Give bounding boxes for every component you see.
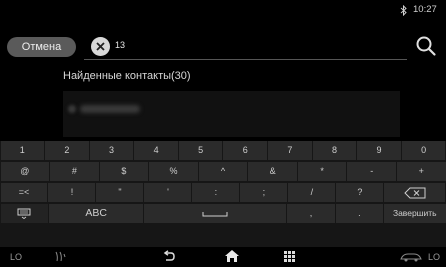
keyboard-icon	[17, 208, 31, 220]
search-input[interactable]: 13	[115, 40, 125, 50]
key-6[interactable]: 6	[223, 141, 268, 160]
key-double-quote[interactable]: "	[96, 183, 144, 202]
key-9[interactable]: 9	[357, 141, 401, 160]
key-hash[interactable]: #	[50, 162, 99, 181]
keyboard-settings-key[interactable]	[0, 204, 48, 223]
key-7[interactable]: 7	[268, 141, 312, 160]
home-icon[interactable]	[224, 249, 240, 263]
key-0[interactable]: 0	[401, 141, 446, 160]
seat-heat-icon[interactable]	[53, 250, 67, 263]
key-caret[interactable]: ^	[198, 162, 248, 181]
key-symbols-page[interactable]: =<	[0, 183, 48, 202]
space-key[interactable]	[144, 204, 287, 223]
key-exclamation[interactable]: !	[48, 183, 96, 202]
key-minus[interactable]: -	[347, 162, 396, 181]
key-plus[interactable]: +	[397, 162, 446, 181]
keyboard-row-numbers: 1 2 3 4 5 6 7 8 9 0	[0, 141, 446, 160]
right-temp-label: LO	[428, 252, 441, 262]
results-header: Найденные контакты(30)	[63, 70, 191, 82]
clock: 10:27	[413, 4, 437, 15]
keyboard-row-symbols-2: =< ! " ' : ; / ?	[0, 183, 446, 202]
key-2[interactable]: 2	[45, 141, 89, 160]
car-climate-icon[interactable]	[400, 252, 422, 262]
clear-icon[interactable]	[91, 37, 110, 56]
done-button[interactable]: Завершить	[384, 204, 446, 223]
key-dollar[interactable]: $	[99, 162, 149, 181]
key-ampersand[interactable]: &	[248, 162, 297, 181]
key-1[interactable]: 1	[0, 141, 45, 160]
keyboard-row-symbols-1: @ # $ % ^ & * - +	[0, 162, 446, 181]
status-bar	[0, 0, 446, 22]
key-question[interactable]: ?	[336, 183, 384, 202]
cancel-button[interactable]: Отмена	[7, 37, 76, 57]
key-percent[interactable]: %	[149, 162, 198, 181]
key-5[interactable]: 5	[178, 141, 223, 160]
abc-key[interactable]: ABC	[48, 204, 144, 223]
search-icon[interactable]	[414, 34, 438, 58]
contact-name-blurred	[80, 105, 140, 113]
keyboard-row-bottom: ABC , . Завершить	[0, 204, 446, 223]
search-underline	[84, 59, 407, 60]
space-icon	[202, 211, 228, 217]
contact-avatar	[68, 105, 76, 113]
contact-result-item[interactable]	[63, 91, 400, 137]
dot-key[interactable]: .	[335, 204, 383, 223]
key-4[interactable]: 4	[134, 141, 178, 160]
bluetooth-icon	[400, 5, 407, 16]
backspace-key[interactable]	[384, 183, 446, 202]
back-icon[interactable]	[162, 250, 176, 263]
key-single-quote[interactable]: '	[144, 183, 192, 202]
backspace-icon	[404, 187, 426, 199]
key-at[interactable]: @	[0, 162, 50, 181]
key-colon[interactable]: :	[192, 183, 240, 202]
left-temp-label: LO	[10, 252, 23, 262]
apps-grid-icon[interactable]	[283, 250, 296, 263]
key-asterisk[interactable]: *	[297, 162, 347, 181]
key-semicolon[interactable]: ;	[240, 183, 288, 202]
key-slash[interactable]: /	[288, 183, 336, 202]
key-3[interactable]: 3	[89, 141, 134, 160]
comma-key[interactable]: ,	[287, 204, 335, 223]
key-8[interactable]: 8	[312, 141, 357, 160]
